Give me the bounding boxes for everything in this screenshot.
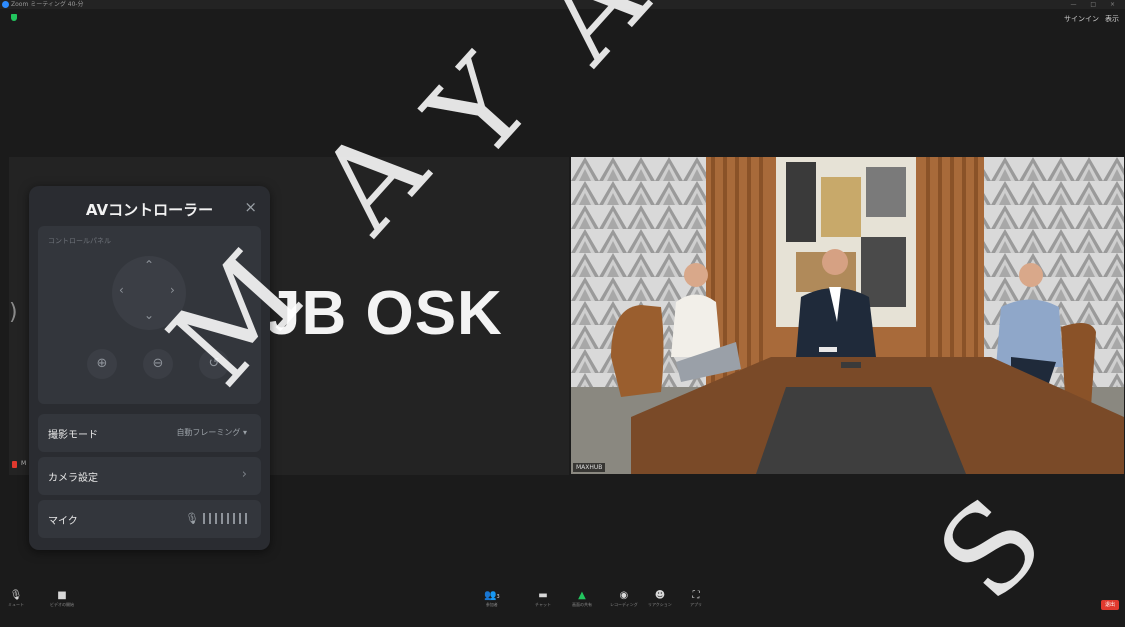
camera-settings-label: カメラ設定 xyxy=(48,473,98,484)
shooting-mode-label: 撮影モード xyxy=(48,430,98,441)
participants-label: 参加者 xyxy=(485,602,498,607)
window-title: Zoom ミーティング 40-分 xyxy=(11,1,84,8)
apps-label: アプリ xyxy=(690,602,702,607)
meter-bar xyxy=(239,513,241,524)
reactions-icon: ☻ xyxy=(654,590,666,601)
meter-bar xyxy=(203,513,205,524)
meter-bar xyxy=(227,513,229,524)
meter-bar xyxy=(233,513,235,524)
participant-tag: M xyxy=(12,460,26,470)
chat-label: チャット xyxy=(535,602,551,607)
meter-bar xyxy=(215,513,217,524)
camera-settings-row[interactable]: カメラ設定 › xyxy=(38,457,261,495)
meter-bar xyxy=(209,513,211,524)
zoom-out-icon[interactable]: ⊖ xyxy=(143,349,173,379)
video-name-label: MAXHUB xyxy=(573,463,606,472)
control-panel-label: コントロールパネル xyxy=(48,237,111,245)
record-button[interactable]: ◉ レコーディング xyxy=(610,590,638,608)
microphone-icon: 🎙 xyxy=(185,512,199,525)
view-button[interactable]: 表示 xyxy=(1105,14,1119,24)
control-panel: コントロールパネル ⌃ ⌄ ‹ › ⊕ ⊖ ↺ xyxy=(38,226,261,404)
chat-button[interactable]: ▬ チャット xyxy=(535,590,551,608)
mute-button[interactable]: 🎙 ミュート xyxy=(8,590,24,608)
meeting-toolbar: 🎙 ミュート ■ ビデオの開始 👥3 参加者 ▬ チャット ▲ 画面の共有 ◉ … xyxy=(0,590,1125,612)
video-camera-icon: ■ xyxy=(57,590,67,601)
zoom-logo-icon xyxy=(2,1,9,8)
apps-icon: ⛶ xyxy=(692,590,700,601)
pan-down-icon[interactable]: ⌄ xyxy=(144,308,154,322)
participants-button[interactable]: 👥3 参加者 xyxy=(484,590,500,608)
pan-right-icon[interactable]: › xyxy=(170,283,175,297)
av-controller-panel: AVコントローラー × コントロールパネル ⌃ ⌄ ‹ › ⊕ ⊖ ↺ 撮影モー… xyxy=(29,186,270,550)
shooting-mode-row[interactable]: 撮影モード 自動フレーミング ▾ xyxy=(38,414,261,452)
mic-label: マイク xyxy=(48,516,78,527)
bracket-glyph: ) xyxy=(9,300,18,325)
direction-pad[interactable]: ⌃ ⌄ ‹ › xyxy=(112,256,186,330)
shared-big-text: JB OSK xyxy=(266,279,503,348)
meter-bar xyxy=(221,513,223,524)
pan-left-icon[interactable]: ‹ xyxy=(119,283,124,297)
record-icon: ◉ xyxy=(619,590,629,601)
share-screen-label: 画面の共有 xyxy=(572,602,592,607)
close-icon[interactable]: × xyxy=(244,198,257,216)
reactions-button[interactable]: ☻ リアクション xyxy=(648,590,672,608)
microphone-icon: 🎙 xyxy=(9,590,23,601)
window-titlebar: Zoom ミーティング 40-分 — □ × xyxy=(0,0,1125,9)
mic-level-meter: 🎙 xyxy=(185,512,247,525)
window-controls[interactable]: — □ × xyxy=(1070,0,1121,9)
mic-muted-icon xyxy=(12,461,17,468)
conference-room-image xyxy=(571,157,1124,474)
participant-name: M xyxy=(21,460,27,467)
meter-bar xyxy=(245,513,247,524)
share-screen-icon: ▲ xyxy=(578,590,586,601)
participant-video-tile[interactable]: MAXHUB xyxy=(571,157,1124,474)
encryption-shield-icon[interactable] xyxy=(11,14,17,21)
record-label: レコーディング xyxy=(610,602,638,607)
zoom-in-icon[interactable]: ⊕ xyxy=(87,349,117,379)
watermark-letter: A xyxy=(512,0,674,89)
shooting-mode-select[interactable]: 自動フレーミング ▾ xyxy=(176,427,247,438)
leave-button[interactable]: 退出 xyxy=(1101,600,1119,610)
pan-up-icon[interactable]: ⌃ xyxy=(144,258,154,272)
panel-title: AVコントローラー xyxy=(85,201,214,219)
mute-label: ミュート xyxy=(8,602,24,607)
top-right-controls: サインイン 表示 xyxy=(1064,14,1119,24)
start-video-label: ビデオの開始 xyxy=(50,602,74,607)
apps-button[interactable]: ⛶ アプリ xyxy=(690,590,702,608)
participants-icon: 👥 xyxy=(484,590,497,601)
chevron-right-icon: › xyxy=(241,467,247,482)
participants-count: 3 xyxy=(496,594,500,600)
mic-row: マイク 🎙 xyxy=(38,500,261,538)
chat-icon: ▬ xyxy=(538,590,548,601)
start-video-button[interactable]: ■ ビデオの開始 xyxy=(50,590,74,608)
reset-icon[interactable]: ↺ xyxy=(199,349,229,379)
share-screen-button[interactable]: ▲ 画面の共有 xyxy=(572,590,592,608)
signin-button[interactable]: サインイン xyxy=(1064,14,1099,24)
reactions-label: リアクション xyxy=(648,602,672,607)
